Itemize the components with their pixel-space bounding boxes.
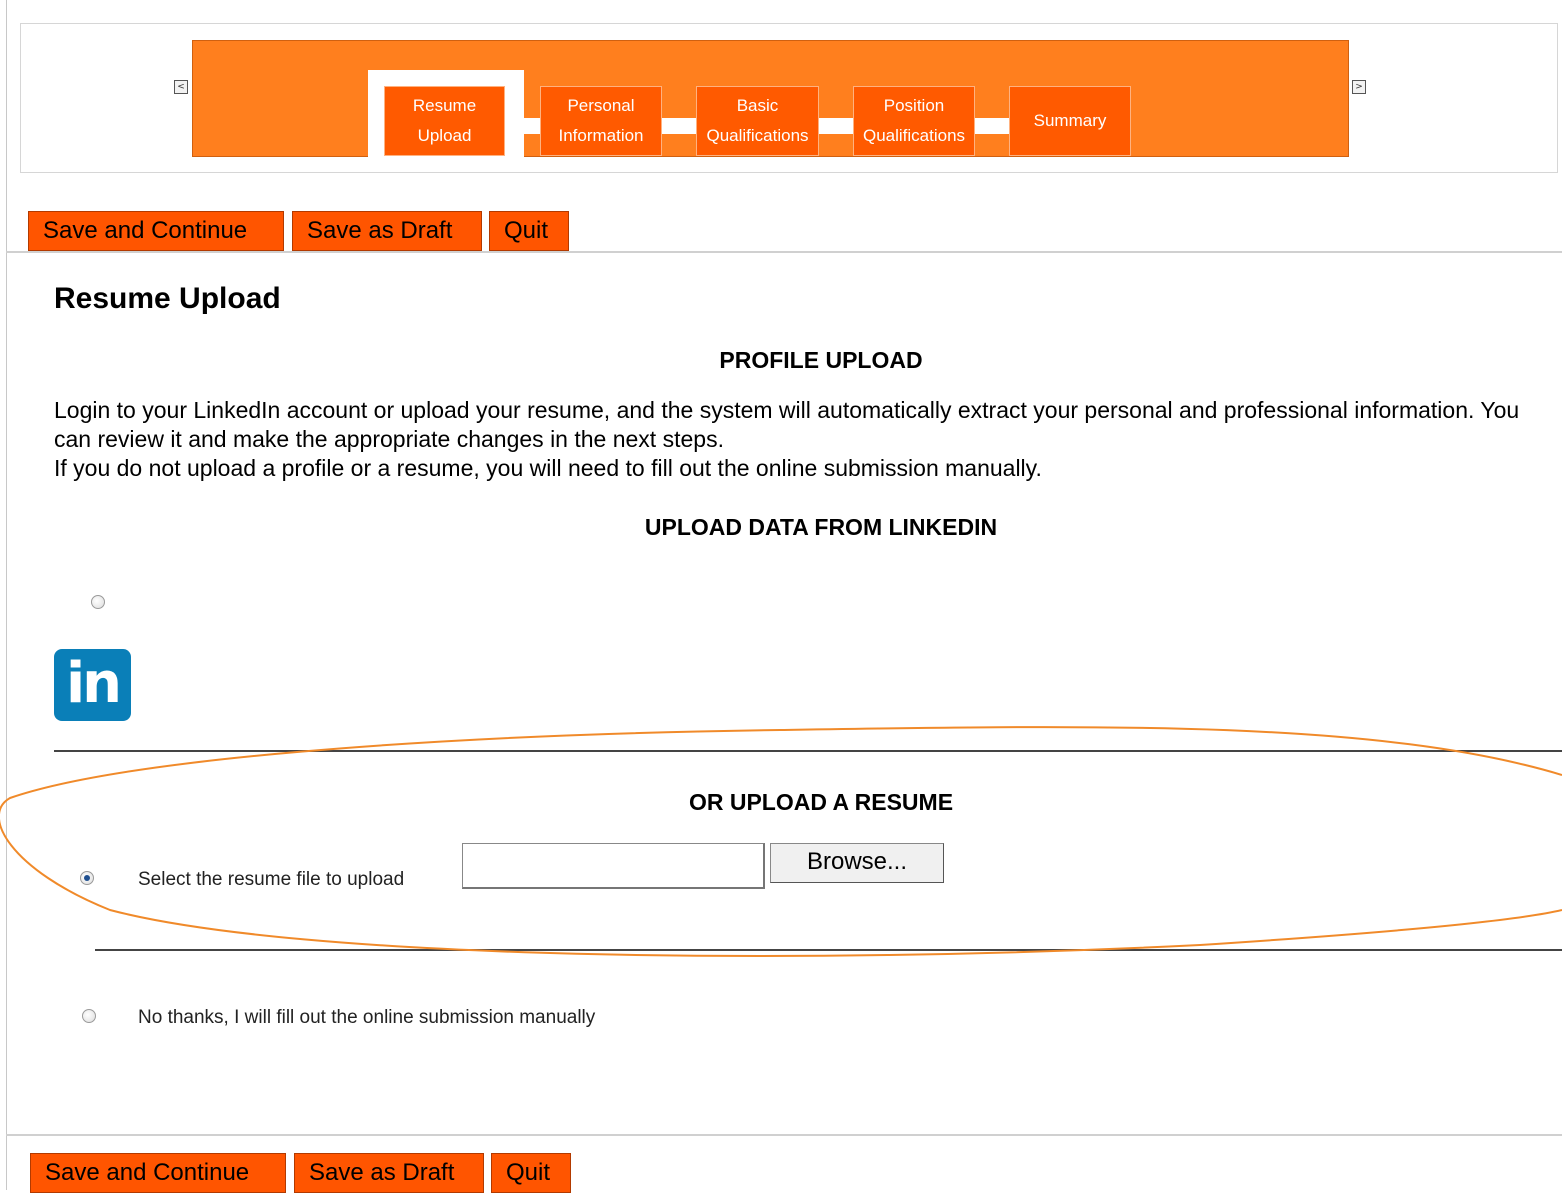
quit-button-bottom[interactable]: Quit [491,1153,571,1193]
manual-option-label: No thanks, I will fill out the online su… [138,1007,596,1028]
step-label: Qualifications [862,126,966,145]
resume-file-field[interactable] [462,843,765,889]
step-next-arrow-icon[interactable]: > [1352,80,1366,94]
save-as-draft-button-bottom[interactable]: Save as Draft [294,1153,484,1193]
save-and-continue-button-bottom[interactable]: Save and Continue [30,1153,286,1193]
divider [6,251,1562,253]
browse-button[interactable]: Browse... [770,843,944,883]
divider [54,750,1562,752]
step-connector [975,118,1009,134]
profile-upload-heading: PROFILE UPLOAD [719,347,923,373]
step-connector [662,118,696,134]
step-label: Summary [1033,111,1107,130]
manual-option-radio[interactable] [82,1009,96,1023]
intro-paragraph: If you do not upload a profile or a resu… [54,455,1042,481]
step-label: Position [883,96,945,115]
step-connector [505,118,540,134]
step-prev-arrow-icon[interactable]: < [174,80,188,94]
step-position-qualifications[interactable]: Position Qualifications [853,86,975,156]
step-resume-upload[interactable]: Resume Upload [384,86,505,156]
step-label: Qualifications [706,126,809,145]
step-personal-information[interactable]: Personal Information [540,86,662,156]
step-label: Basic [736,96,779,115]
divider [6,1134,1562,1136]
intro-text: Login to your LinkedIn account or upload… [54,396,1554,483]
save-as-draft-button[interactable]: Save as Draft [292,211,482,251]
save-and-continue-button[interactable]: Save and Continue [28,211,284,251]
step-summary[interactable]: Summary [1009,86,1131,156]
intro-paragraph: Login to your LinkedIn account or upload… [54,397,1520,452]
resume-option-radio[interactable] [80,871,94,885]
quit-button[interactable]: Quit [489,211,569,251]
step-label: Upload [417,126,472,145]
resume-upload-heading: OR UPLOAD A RESUME [688,789,954,815]
step-label: Information [558,126,644,145]
step-connector [819,118,853,134]
page-title: Resume Upload [54,282,281,315]
linkedin-heading: UPLOAD DATA FROM LINKEDIN [644,514,998,540]
page-left-border [6,0,7,1190]
linkedin-logo-icon[interactable]: in [54,649,131,721]
step-label: Resume [412,96,477,115]
step-basic-qualifications[interactable]: Basic Qualifications [696,86,819,156]
step-label: Personal [567,96,635,115]
linkedin-option-radio[interactable] [91,595,105,609]
divider [95,949,1562,951]
resume-option-label: Select the resume file to upload [138,869,405,890]
